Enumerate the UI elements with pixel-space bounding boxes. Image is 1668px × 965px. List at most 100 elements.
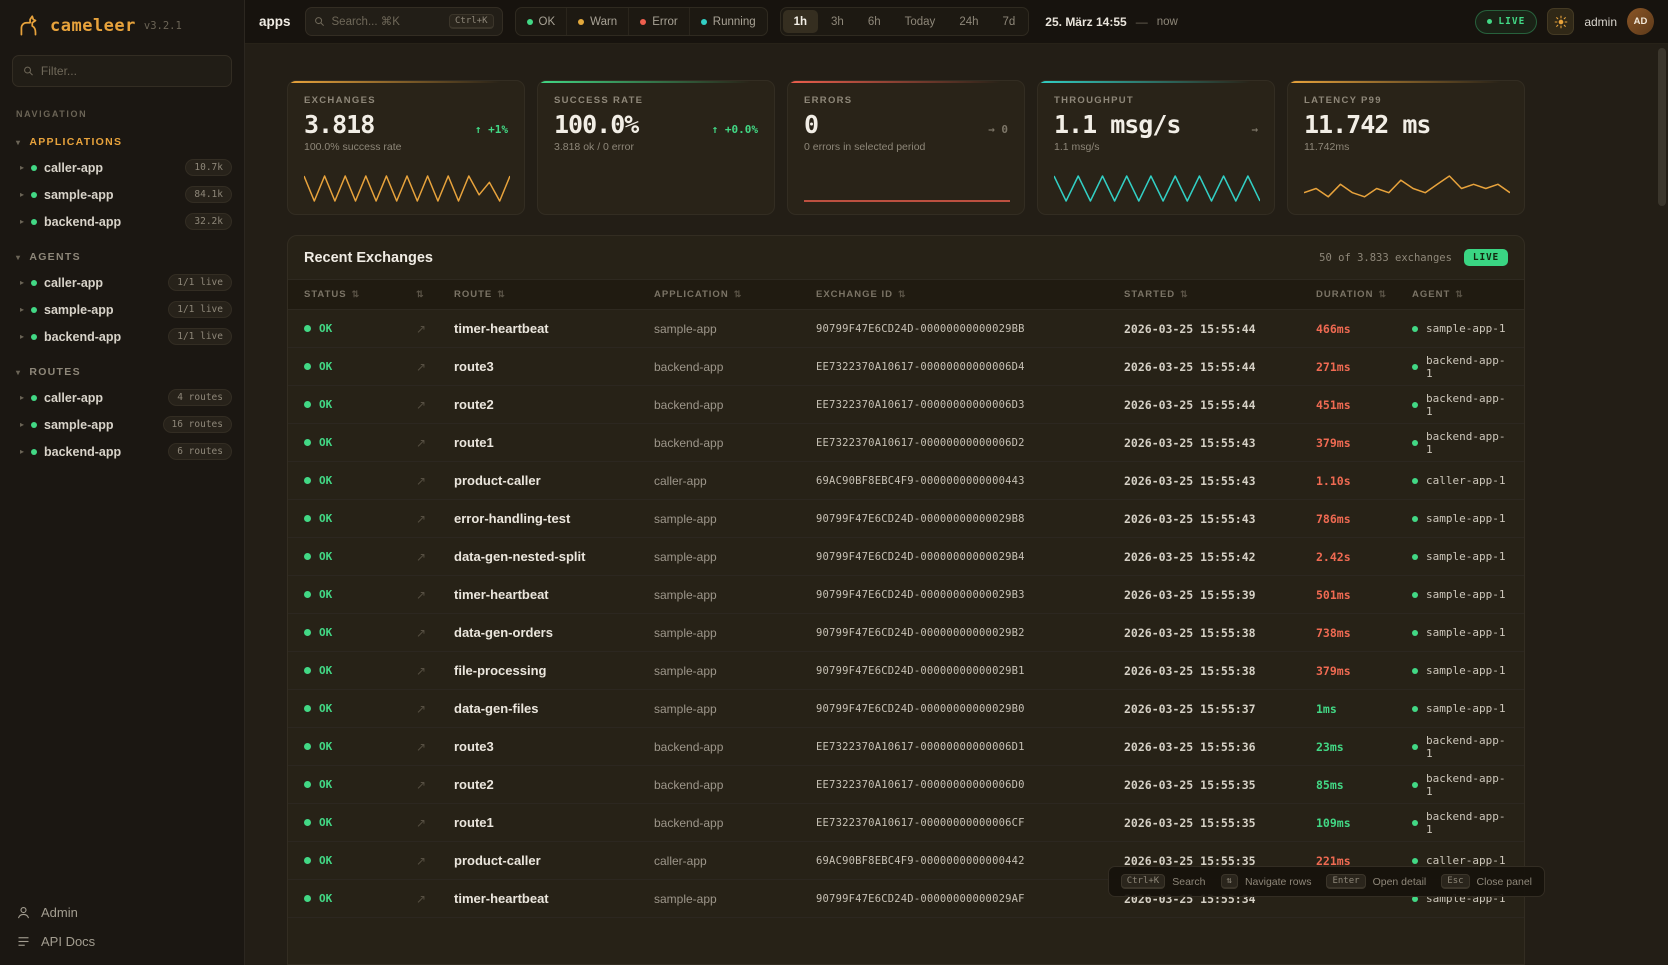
sidebar-item-sample-app[interactable]: ▸ sample-app 84.1k [0,181,244,208]
stat-card-exchanges[interactable]: EXCHANGES 3.818 ↑ +1% 100.0% success rat… [287,80,525,215]
time-range-7d[interactable]: 7d [992,10,1027,33]
sidebar-section-title[interactable]: ▾ROUTES [0,360,244,384]
open-detail-icon[interactable]: ↗ [416,550,454,564]
table-row[interactable]: OK ↗ product-caller caller-app 69AC90BF8… [288,462,1524,500]
accent-bar [1288,81,1524,83]
filter-chip-error[interactable]: Error [628,8,689,35]
status-dot [304,439,311,446]
sidebar-section-title[interactable]: ▾AGENTS [0,245,244,269]
sidebar-item-caller-app[interactable]: ▸ caller-app 4 routes [0,384,244,411]
sidebar-item-api-docs[interactable]: API Docs [16,934,228,949]
sidebar-item-admin[interactable]: Admin [16,905,228,920]
sort-icon[interactable]: ⇅ [1455,289,1464,300]
page-scrollbar[interactable] [1658,46,1666,961]
column-header-exchange-id[interactable]: EXCHANGE ID ⇅ [816,289,1124,300]
column-header-route[interactable]: ROUTE ⇅ [454,289,654,300]
table-row[interactable]: OK ↗ timer-heartbeat sample-app 90799F47… [288,576,1524,614]
table-row[interactable]: OK ↗ data-gen-orders sample-app 90799F47… [288,614,1524,652]
table-row[interactable]: OK ↗ route3 backend-app EE7322370A10617-… [288,348,1524,386]
theme-toggle-button[interactable] [1547,8,1574,35]
open-detail-icon[interactable]: ↗ [416,322,454,336]
table-row[interactable]: OK ↗ route3 backend-app EE7322370A10617-… [288,728,1524,766]
live-indicator[interactable]: LIVE [1475,10,1537,34]
table-row[interactable]: OK ↗ route2 backend-app EE7322370A10617-… [288,386,1524,424]
open-detail-icon[interactable]: ↗ [416,778,454,792]
table-row[interactable]: OK ↗ route1 backend-app EE7322370A10617-… [288,804,1524,842]
open-detail-icon[interactable]: ↗ [416,626,454,640]
search-input[interactable] [332,16,442,28]
now-label[interactable]: now [1157,16,1178,28]
started-cell: 2026-03-25 15:55:35 [1124,816,1316,830]
scrollbar-thumb[interactable] [1658,48,1666,206]
open-detail-icon[interactable]: ↗ [416,854,454,868]
stat-subtext: 1.1 msg/s [1054,141,1258,153]
filter-chip-label: Warn [590,16,617,28]
status-dot [304,363,311,370]
time-range-1h[interactable]: 1h [783,10,818,33]
sort-icon[interactable]: ⇅ [734,289,743,300]
column-header-duration[interactable]: DURATION ⇅ [1316,289,1412,300]
open-detail-icon[interactable]: ↗ [416,512,454,526]
filter-chip-warn[interactable]: Warn [566,8,628,35]
table-row[interactable]: OK ↗ file-processing sample-app 90799F47… [288,652,1524,690]
sidebar-section-title[interactable]: ▾APPLICATIONS [0,130,244,154]
table-row[interactable]: OK ↗ data-gen-files sample-app 90799F47E… [288,690,1524,728]
open-detail-icon[interactable]: ↗ [416,436,454,450]
started-cell: 2026-03-25 15:55:42 [1124,550,1316,564]
application-cell: backend-app [654,816,816,830]
open-detail-icon[interactable]: ↗ [416,398,454,412]
column-header-agent[interactable]: AGENT ⇅ [1412,289,1508,300]
table-row[interactable]: OK ↗ route2 backend-app EE7322370A10617-… [288,766,1524,804]
sort-icon[interactable]: ⇅ [1180,289,1189,300]
stat-card-errors[interactable]: ERRORS 0 → 0 0 errors in selected period [787,80,1025,215]
open-detail-icon[interactable]: ↗ [416,474,454,488]
open-detail-icon[interactable]: ↗ [416,740,454,754]
open-detail-icon[interactable]: ↗ [416,892,454,906]
filter-input[interactable] [41,64,221,78]
open-detail-icon[interactable]: ↗ [416,702,454,716]
sidebar-item-caller-app[interactable]: ▸ caller-app 1/1 live [0,269,244,296]
sidebar-item-caller-app[interactable]: ▸ caller-app 10.7k [0,154,244,181]
filter-chip-ok[interactable]: OK [516,8,567,35]
time-range-24h[interactable]: 24h [948,10,989,33]
table-row[interactable]: OK ↗ route1 backend-app EE7322370A10617-… [288,424,1524,462]
open-detail-icon[interactable]: ↗ [416,816,454,830]
sidebar-item-backend-app[interactable]: ▸ backend-app 1/1 live [0,323,244,350]
time-range-3h[interactable]: 3h [820,10,855,33]
table-row[interactable]: OK ↗ error-handling-test sample-app 9079… [288,500,1524,538]
stat-card-latency-p99[interactable]: LATENCY P99 11.742 ms 11.742ms [1287,80,1525,215]
route-cell: route2 [454,777,654,792]
global-search[interactable]: Ctrl+K [305,7,503,36]
datetime-display: 25. März 14:55 — now [1045,15,1178,29]
time-range-6h[interactable]: 6h [857,10,892,33]
sort-icon[interactable]: ⇅ [497,289,506,300]
sidebar-item-sample-app[interactable]: ▸ sample-app 16 routes [0,411,244,438]
open-detail-icon[interactable]: ↗ [416,664,454,678]
table-live-badge: LIVE [1464,249,1508,266]
sidebar-item-backend-app[interactable]: ▸ backend-app 32.2k [0,208,244,235]
exchange-id-cell: 90799F47E6CD24D-00000000000029AF [816,893,1124,905]
sidebar-item-sample-app[interactable]: ▸ sample-app 1/1 live [0,296,244,323]
application-cell: sample-app [654,664,816,678]
open-detail-icon[interactable]: ↗ [416,588,454,602]
open-detail-icon[interactable]: ↗ [416,360,454,374]
recent-exchanges-panel: Recent Exchanges 50 of 3.833 exchanges L… [287,235,1525,965]
sidebar-filter[interactable] [12,55,232,87]
column-header-started[interactable]: STARTED ⇅ [1124,289,1316,300]
sort-icon[interactable]: ⇅ [1378,289,1387,300]
stat-card-throughput[interactable]: THROUGHPUT 1.1 msg/s → 1.1 msg/s [1037,80,1275,215]
status-dot [1412,364,1418,370]
sort-icon[interactable]: ⇅ [352,289,361,300]
avatar[interactable]: AD [1627,8,1654,35]
column-header-application[interactable]: APPLICATION ⇅ [654,289,816,300]
route-cell: data-gen-nested-split [454,549,654,564]
sort-icon[interactable]: ⇅ [898,289,907,300]
column-header-status[interactable]: STATUS ⇅ [304,289,416,300]
table-row[interactable]: OK ↗ data-gen-nested-split sample-app 90… [288,538,1524,576]
time-range-today[interactable]: Today [894,10,947,33]
sidebar-item-backend-app[interactable]: ▸ backend-app 6 routes [0,438,244,465]
filter-chip-running[interactable]: Running [689,8,767,35]
agent-cell: backend-app-1 [1412,354,1508,380]
table-row[interactable]: OK ↗ timer-heartbeat sample-app 90799F47… [288,310,1524,348]
stat-card-success-rate[interactable]: SUCCESS RATE 100.0% ↑ +0.0% 3.818 ok / 0… [537,80,775,215]
